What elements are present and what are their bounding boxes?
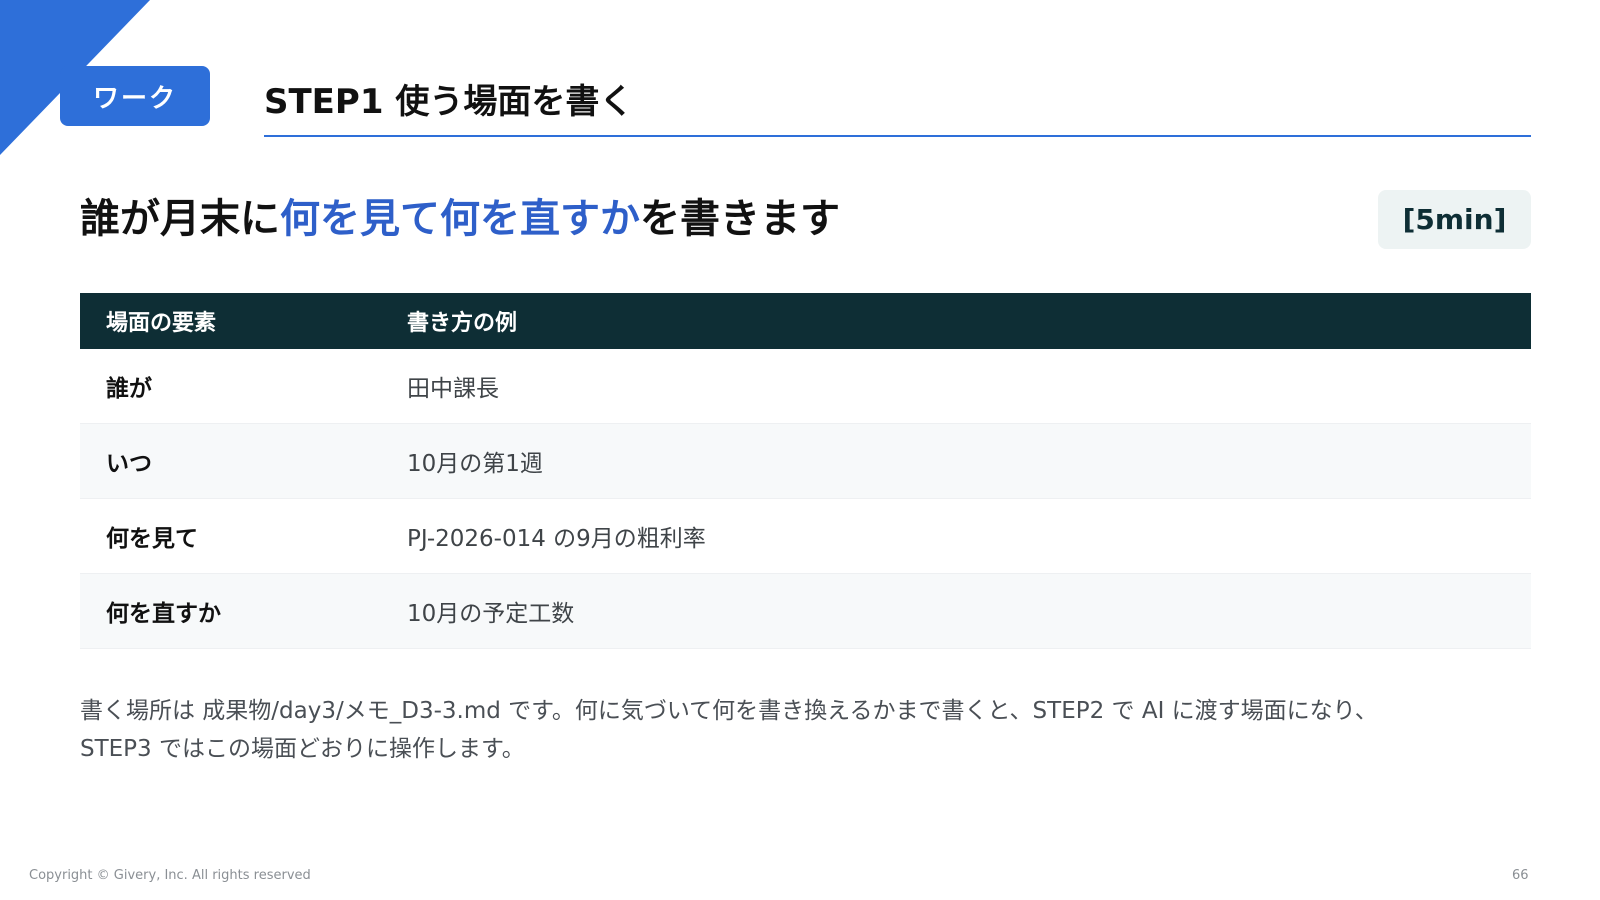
column-header-example: 書き方の例 (407, 311, 518, 336)
time-badge: [5min] (1378, 190, 1531, 249)
title-underline (264, 135, 1531, 137)
table-row: 何を直すか 10月の予定工数 (80, 574, 1531, 649)
table-row: 何を見て PJ-2026-014 の9月の粗利率 (80, 499, 1531, 574)
instruction-note: 書く場所は 成果物/day3/メモ_D3-3.md です。何に気づいて何を書き換… (80, 698, 1378, 762)
row-element: いつ (106, 451, 152, 477)
headline: 誰が月末に何を見て何を直すかを書きます (80, 186, 840, 244)
row-example: 田中課長 (407, 376, 499, 402)
row-example: 10月の予定工数 (407, 601, 575, 627)
row-example: 10月の第1週 (407, 451, 543, 477)
table-header: 場面の要素 書き方の例 (80, 293, 1531, 349)
row-element: 何を見て (106, 526, 198, 552)
row-element: 誰が (106, 376, 152, 402)
table-row: いつ 10月の第1週 (80, 424, 1531, 499)
copyright: Copyright © Givery, Inc. All rights rese… (29, 868, 311, 883)
scene-table: 場面の要素 書き方の例 誰が 田中課長 いつ 10月の第1週 何を見て PJ-2… (80, 293, 1531, 649)
page-number: 66 (1512, 868, 1529, 883)
row-element: 何を直すか (106, 601, 221, 627)
page-title: STEP1 使う場面を書く (264, 82, 634, 122)
column-header-element: 場面の要素 (106, 311, 217, 336)
work-badge: ワーク (60, 66, 210, 126)
headline-prefix: 誰が月末に (80, 196, 280, 242)
row-example: PJ-2026-014 の9月の粗利率 (407, 526, 706, 552)
headline-suffix: を書きます (640, 196, 840, 242)
headline-highlight: 何を見て何を直すか (280, 196, 640, 242)
table-row: 誰が 田中課長 (80, 349, 1531, 424)
